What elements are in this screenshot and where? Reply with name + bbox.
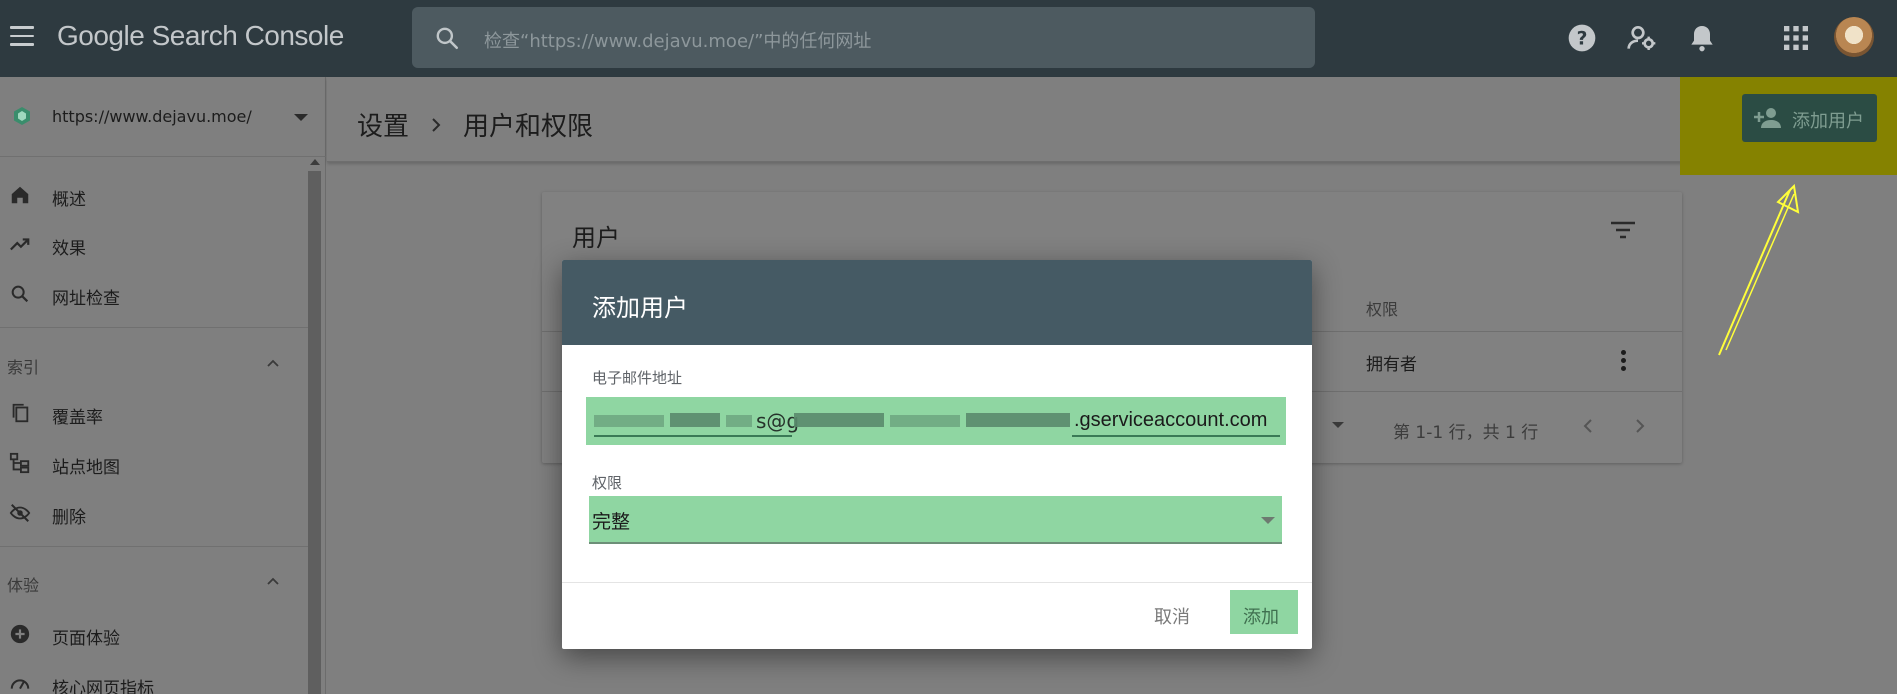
menu-icon[interactable] bbox=[10, 26, 34, 48]
section-title: 体验 bbox=[7, 576, 40, 595]
dialog-divider bbox=[562, 582, 1312, 583]
nav-item-performance[interactable]: 效果 bbox=[0, 222, 310, 266]
apps-icon[interactable] bbox=[1780, 22, 1812, 54]
add-button[interactable]: 添加 bbox=[1230, 590, 1298, 634]
scrollbar-thumb[interactable] bbox=[308, 171, 321, 694]
add-circle-icon bbox=[10, 624, 30, 644]
section-title: 索引 bbox=[7, 358, 40, 377]
nav-label: 页面体验 bbox=[52, 629, 120, 649]
permission-select[interactable]: 完整 bbox=[589, 496, 1282, 544]
rows-per-page-dropdown-icon[interactable] bbox=[1332, 422, 1344, 428]
annotation-arrow bbox=[1718, 183, 1800, 356]
nav-item-core-web-vitals[interactable]: 核心网页指标 bbox=[0, 662, 310, 694]
speed-icon bbox=[10, 679, 30, 690]
redacted-text bbox=[726, 415, 752, 427]
property-icon bbox=[14, 107, 30, 125]
svg-text:?: ? bbox=[1577, 29, 1588, 50]
search-placeholder: 检查“https://www.dejavu.moe/”中的任何网址 bbox=[484, 31, 872, 52]
redacted-text bbox=[966, 413, 1070, 427]
property-selector[interactable]: https://www.dejavu.moe/ bbox=[0, 77, 326, 157]
nav-item-overview[interactable]: 概述 bbox=[0, 173, 310, 217]
nav-divider bbox=[0, 327, 310, 328]
redacted-text bbox=[890, 415, 960, 427]
nav-divider bbox=[0, 546, 310, 547]
nav-label: 删除 bbox=[52, 508, 86, 528]
nav-section-index[interactable]: 索引 bbox=[0, 343, 310, 383]
page-header: 设置 用户和权限 bbox=[327, 77, 1897, 162]
chevron-up-icon bbox=[267, 577, 279, 585]
email-visible-fragment: s@g bbox=[756, 409, 800, 433]
email-visible-suffix: .gserviceaccount.com bbox=[1074, 409, 1268, 431]
column-header-permission[interactable]: 权限 bbox=[1366, 296, 1398, 320]
breadcrumb-settings[interactable]: 设置 bbox=[357, 106, 409, 143]
nav-section-experience[interactable]: 体验 bbox=[0, 561, 310, 601]
help-icon[interactable]: ? bbox=[1566, 22, 1598, 54]
account-avatar[interactable] bbox=[1834, 17, 1874, 57]
nav-label: 覆盖率 bbox=[52, 408, 103, 428]
app-brand[interactable]: Google Search Console bbox=[57, 20, 344, 52]
chevron-right-icon bbox=[432, 117, 441, 132]
url-inspection-search[interactable]: 检查“https://www.dejavu.moe/”中的任何网址 bbox=[412, 7, 1315, 68]
nav-item-removals[interactable]: 删除 bbox=[0, 491, 310, 535]
redacted-text bbox=[594, 415, 664, 427]
chevron-up-icon bbox=[267, 359, 279, 367]
trending-icon bbox=[10, 238, 30, 251]
dialog-header: 添加用户 bbox=[562, 260, 1312, 345]
copy-icon bbox=[12, 403, 29, 423]
visibility-off-icon bbox=[9, 504, 31, 522]
card-title: 用户 bbox=[572, 224, 620, 252]
nav-label: 站点地图 bbox=[52, 458, 120, 478]
pagination-text: 第 1-1 行，共 1 行 bbox=[1393, 423, 1539, 443]
nav-label: 概述 bbox=[52, 190, 86, 210]
add-user-label: 添加用户 bbox=[1792, 111, 1864, 132]
nav-item-page-experience[interactable]: 页面体验 bbox=[0, 612, 310, 656]
email-underline bbox=[1072, 435, 1280, 437]
add-user-dialog: 添加用户 电子邮件地址 s@g .gserviceaccount.com 权限 … bbox=[562, 260, 1312, 649]
top-app-bar: Google Search Console 检查“https://www.dej… bbox=[0, 0, 1897, 77]
nav-label: 效果 bbox=[52, 239, 86, 259]
notifications-icon[interactable] bbox=[1686, 22, 1718, 54]
email-field-label: 电子邮件地址 bbox=[592, 369, 683, 387]
person-add-icon bbox=[1754, 108, 1781, 128]
cancel-button[interactable]: 取消 bbox=[1154, 603, 1190, 629]
sidebar-scrollbar[interactable] bbox=[306, 159, 322, 694]
home-icon bbox=[11, 186, 29, 204]
email-field[interactable]: s@g .gserviceaccount.com bbox=[586, 397, 1286, 445]
property-dropdown-icon[interactable] bbox=[294, 114, 308, 121]
sitemap-icon bbox=[9, 452, 30, 474]
email-underline bbox=[594, 435, 792, 437]
scroll-up-icon[interactable] bbox=[310, 159, 320, 165]
manage-users-icon[interactable] bbox=[1626, 22, 1658, 54]
add-user-button[interactable]: 添加用户 bbox=[1742, 94, 1877, 142]
table-cell-permission: 拥有者 bbox=[1366, 355, 1417, 375]
redacted-text bbox=[794, 413, 884, 427]
chevron-left-icon[interactable] bbox=[1582, 418, 1594, 434]
add-button-label: 添加 bbox=[1243, 607, 1279, 628]
permission-field-label: 权限 bbox=[592, 474, 623, 492]
nav-item-coverage[interactable]: 覆盖率 bbox=[0, 391, 310, 435]
chevron-right-icon[interactable] bbox=[1634, 418, 1646, 434]
nav-label: 核心网页指标 bbox=[52, 679, 154, 694]
dropdown-arrow-icon[interactable] bbox=[1261, 517, 1275, 524]
breadcrumb-users-permissions: 用户和权限 bbox=[463, 112, 594, 142]
nav-item-sitemaps[interactable]: 站点地图 bbox=[0, 441, 310, 485]
search-icon bbox=[11, 285, 29, 303]
left-navigation: https://www.dejavu.moe/ 概述 效果 网址检查 索引 覆盖… bbox=[0, 77, 326, 694]
breadcrumb: 设置 用户和权限 bbox=[357, 106, 593, 143]
property-url: https://www.dejavu.moe/ bbox=[52, 107, 252, 126]
filter-icon[interactable] bbox=[1610, 220, 1636, 240]
redacted-text bbox=[670, 413, 720, 427]
more-vert-icon[interactable] bbox=[1621, 350, 1627, 372]
permission-value: 完整 bbox=[592, 511, 631, 533]
dialog-title: 添加用户 bbox=[592, 294, 688, 322]
search-icon bbox=[436, 27, 459, 50]
nav-item-url-inspection[interactable]: 网址检查 bbox=[0, 272, 310, 316]
nav-label: 网址检查 bbox=[52, 289, 120, 309]
